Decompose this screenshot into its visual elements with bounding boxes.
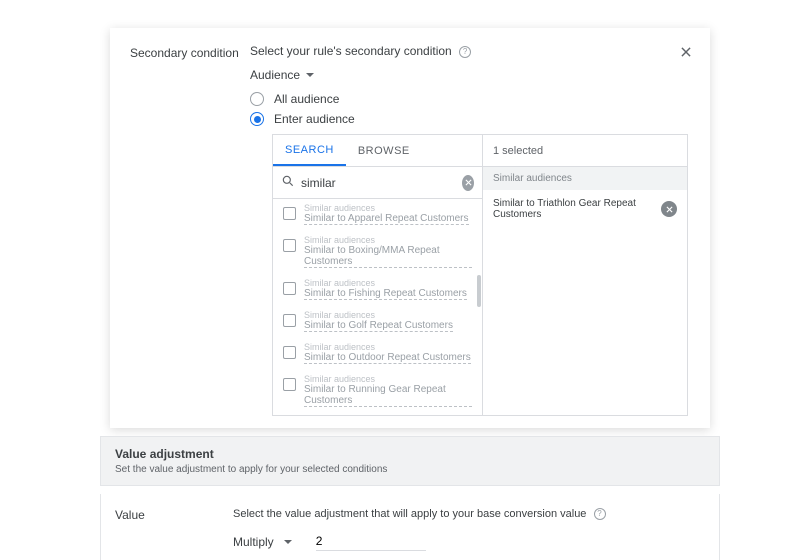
- tab-browse[interactable]: BROWSE: [346, 135, 422, 166]
- result-item[interactable]: Similar audiencesSimilar to Apparel Repe…: [273, 199, 482, 231]
- secondary-condition-label: Secondary condition: [130, 44, 250, 60]
- value-adjustment-row: Value Select the value adjustment that w…: [100, 494, 720, 560]
- result-name: Similar to Outdoor Repeat Customers: [304, 352, 471, 364]
- operation-dropdown[interactable]: Multiply: [233, 535, 292, 549]
- checkbox[interactable]: [283, 378, 296, 391]
- audience-dropdown[interactable]: Audience: [250, 68, 314, 82]
- radio-all-audience[interactable]: All audience: [250, 92, 690, 106]
- multiplier-input[interactable]: [316, 532, 426, 551]
- value-label: Value: [115, 508, 233, 522]
- secondary-condition-modal: Secondary condition Select your rule's s…: [110, 28, 710, 428]
- result-category: Similar audiences: [304, 310, 453, 320]
- checkbox[interactable]: [283, 282, 296, 295]
- result-category: Similar audiences: [304, 374, 472, 384]
- result-item[interactable]: Similar audiencesSimilar to Outdoor Repe…: [273, 338, 482, 370]
- search-input[interactable]: [295, 176, 462, 190]
- value-adjustment-header: Value adjustment Set the value adjustmen…: [100, 436, 720, 486]
- selected-count: 1 selected: [483, 135, 687, 167]
- chevron-down-icon: [306, 73, 314, 77]
- clear-search-icon[interactable]: [462, 175, 474, 191]
- selected-group-header: Similar audiences: [483, 167, 687, 190]
- condition-prompt: Select your rule's secondary condition ?: [250, 44, 690, 58]
- checkbox[interactable]: [283, 207, 296, 220]
- value-prompt: Select the value adjustment that will ap…: [233, 508, 705, 520]
- result-category: Similar audiences: [304, 278, 467, 288]
- tab-search[interactable]: SEARCH: [273, 135, 346, 166]
- value-adjustment-subtitle: Set the value adjustment to apply for yo…: [115, 464, 705, 475]
- help-icon[interactable]: ?: [594, 508, 606, 520]
- result-category: Similar audiences: [304, 342, 471, 352]
- audience-picker: SEARCH BROWSE: [272, 134, 688, 416]
- result-name: Similar to Fishing Repeat Customers: [304, 288, 467, 300]
- result-name: Similar to Apparel Repeat Customers: [304, 213, 469, 225]
- result-item[interactable]: Similar audiencesSimilar to Fishing Repe…: [273, 274, 482, 306]
- help-icon[interactable]: ?: [459, 46, 471, 58]
- result-item[interactable]: Similar audiencesSimilar to Golf Repeat …: [273, 306, 482, 338]
- result-item[interactable]: Similar audiencesSimilar to Boxing/MMA R…: [273, 231, 482, 274]
- radio-icon: [250, 112, 264, 126]
- result-name: Similar to Running Gear Repeat Customers: [304, 384, 472, 407]
- audience-search: [273, 167, 482, 199]
- search-icon: [281, 174, 295, 191]
- scrollbar[interactable]: [477, 275, 481, 307]
- radio-icon: [250, 92, 264, 106]
- remove-selected-icon[interactable]: [661, 201, 677, 217]
- results-list: Similar audiencesSimilar to Apparel Repe…: [273, 199, 482, 415]
- result-item[interactable]: Similar audiencesSimilar to Running Gear…: [273, 370, 482, 413]
- checkbox[interactable]: [283, 239, 296, 252]
- selected-item: Similar to Triathlon Gear Repeat Custome…: [483, 190, 687, 228]
- result-name: Similar to Golf Repeat Customers: [304, 320, 453, 332]
- value-adjustment-title: Value adjustment: [115, 447, 705, 461]
- checkbox[interactable]: [283, 346, 296, 359]
- checkbox[interactable]: [283, 314, 296, 327]
- result-name: Similar to Boxing/MMA Repeat Customers: [304, 245, 472, 268]
- chevron-down-icon: [284, 540, 292, 544]
- result-item[interactable]: Similar audiencesSimilar to Triathlon Ge…: [273, 413, 482, 415]
- result-category: Similar audiences: [304, 235, 472, 245]
- radio-enter-audience[interactable]: Enter audience: [250, 112, 690, 126]
- result-category: Similar audiences: [304, 203, 469, 213]
